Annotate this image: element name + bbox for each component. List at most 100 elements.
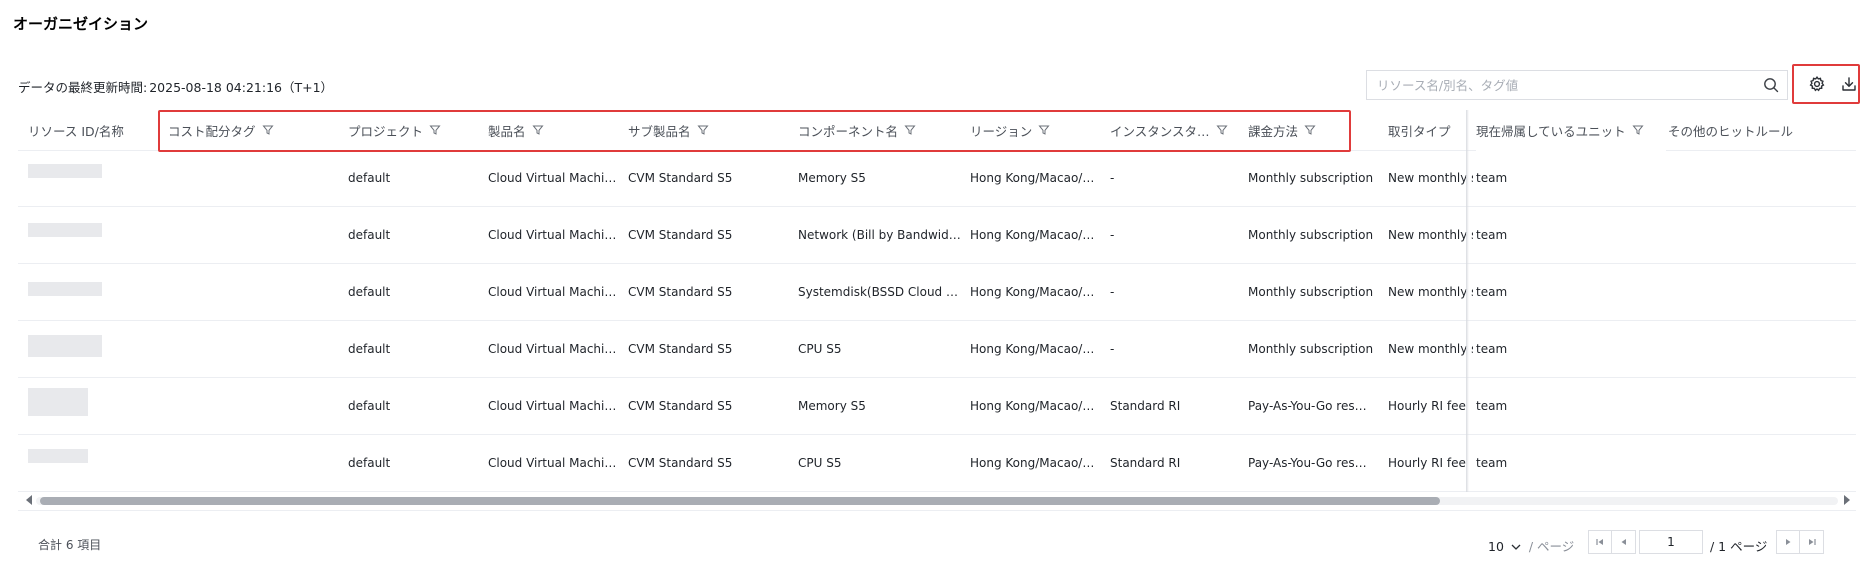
- resource-table: リソース ID/名称 コスト配分タグ プロジェクト 製品名 サブ製品名 コンポー…: [18, 110, 1856, 492]
- page-number-input[interactable]: [1639, 530, 1703, 554]
- redacted-resource-id: [28, 223, 102, 237]
- cell-instance-type: Standard RI: [1110, 399, 1181, 413]
- cell-product: Cloud Virtual Machi…: [488, 228, 617, 242]
- cell-project: default: [348, 171, 391, 185]
- column-header-subproduct[interactable]: サブ製品名: [628, 110, 798, 150]
- table-row[interactable]: default Cloud Virtual Machi… CVM Standar…: [18, 264, 1856, 321]
- column-header-region[interactable]: リージョン: [970, 110, 1110, 150]
- cell-project: default: [348, 228, 391, 242]
- cell-instance-type: -: [1110, 228, 1115, 242]
- page-size-select[interactable]: 10 / ページ: [1488, 536, 1574, 555]
- cell-project: default: [348, 399, 391, 413]
- prev-page-button[interactable]: [1612, 530, 1636, 554]
- cell-billing: Monthly subscription: [1248, 285, 1374, 299]
- prev-page-icon: [1621, 539, 1626, 545]
- search-icon[interactable]: [1763, 77, 1779, 93]
- filter-icon[interactable]: [429, 124, 441, 136]
- cell-region: Hong Kong/Macao/…: [970, 456, 1095, 470]
- table-row[interactable]: default Cloud Virtual Machi… CVM Standar…: [18, 150, 1856, 207]
- cell-subproduct: CVM Standard S5: [628, 456, 733, 470]
- filter-icon[interactable]: [261, 124, 274, 136]
- chevron-down-icon[interactable]: [1511, 543, 1521, 551]
- cell-instance-type: Standard RI: [1110, 456, 1181, 470]
- cell-region: Hong Kong/Macao/…: [970, 399, 1095, 413]
- column-header-other-rules: その他のヒットルール: [1668, 123, 1794, 139]
- filter-icon[interactable]: [531, 124, 544, 136]
- column-header-instance-type[interactable]: インスタンスタ…: [1110, 110, 1250, 150]
- filter-icon[interactable]: [696, 124, 709, 136]
- cell-current-unit: team: [1476, 321, 1666, 377]
- scroll-left-arrow-icon[interactable]: [24, 494, 34, 506]
- table-header-row: リソース ID/名称 コスト配分タグ プロジェクト 製品名 サブ製品名 コンポー…: [18, 110, 1856, 151]
- cell-billing: Monthly subscription: [1248, 342, 1374, 356]
- next-page-icon: [1786, 539, 1791, 545]
- filter-icon[interactable]: [1304, 124, 1316, 136]
- table-row[interactable]: default Cloud Virtual Machi… CVM Standar…: [18, 378, 1856, 435]
- filter-icon[interactable]: [1215, 124, 1228, 136]
- cell-transaction-type: New monthly s: [1388, 342, 1473, 356]
- cell-billing: Pay-As-You-Go res…: [1248, 399, 1367, 413]
- cell-subproduct: CVM Standard S5: [628, 342, 733, 356]
- column-header-cost-tag[interactable]: コスト配分タグ: [168, 110, 358, 150]
- page-size-value: 10: [1488, 539, 1504, 554]
- search-box[interactable]: [1366, 70, 1788, 100]
- cell-transaction-type: Hourly RI fee: [1388, 399, 1466, 413]
- cell-transaction-type: New monthly s: [1388, 285, 1473, 299]
- cell-region: Hong Kong/Macao/…: [970, 285, 1095, 299]
- cell-component: Systemdisk(BSSD Cloud …: [798, 285, 958, 299]
- cell-region: Hong Kong/Macao/…: [970, 228, 1095, 242]
- column-header-product[interactable]: 製品名: [488, 110, 628, 150]
- cell-current-unit: team: [1476, 378, 1666, 434]
- cell-billing: Monthly subscription: [1248, 228, 1374, 242]
- toolbar-highlight: [1792, 64, 1860, 104]
- first-page-button[interactable]: [1588, 530, 1612, 554]
- cell-component: Network (Bill by Bandwidth): [798, 228, 965, 242]
- redacted-resource-id: [28, 282, 102, 296]
- column-header-component[interactable]: コンポーネント名: [798, 110, 970, 150]
- next-page-button[interactable]: [1776, 530, 1800, 554]
- page-size-unit: / ページ: [1528, 539, 1575, 554]
- total-pages: / 1 ページ: [1710, 539, 1768, 554]
- table-row[interactable]: default Cloud Virtual Machi… CVM Standar…: [18, 207, 1856, 264]
- cell-current-unit: team: [1476, 435, 1666, 491]
- cell-subproduct: CVM Standard S5: [628, 399, 733, 413]
- redacted-resource-id: [28, 449, 88, 463]
- divider: [18, 510, 1856, 511]
- cell-subproduct: CVM Standard S5: [628, 171, 733, 185]
- cell-project: default: [348, 285, 391, 299]
- last-page-button[interactable]: [1800, 530, 1824, 554]
- first-page-icon: [1596, 539, 1603, 545]
- table-row[interactable]: default Cloud Virtual Machi… CVM Standar…: [18, 435, 1856, 492]
- scroll-thumb[interactable]: [40, 497, 1440, 505]
- cell-product: Cloud Virtual Machi…: [488, 342, 617, 356]
- cell-instance-type: -: [1110, 285, 1115, 299]
- filter-icon[interactable]: [904, 124, 916, 136]
- cell-product: Cloud Virtual Machi…: [488, 171, 617, 185]
- cell-subproduct: CVM Standard S5: [628, 228, 733, 242]
- cell-instance-type: -: [1110, 342, 1115, 356]
- download-icon[interactable]: [1840, 75, 1858, 93]
- redacted-resource-id: [28, 335, 102, 357]
- cell-component: Memory S5: [798, 399, 866, 413]
- horizontal-scrollbar[interactable]: [18, 492, 1856, 508]
- cell-transaction-type: New monthly s: [1388, 228, 1473, 242]
- column-header-current-unit[interactable]: 現在帰属しているユニット: [1476, 110, 1666, 150]
- cell-subproduct: CVM Standard S5: [628, 285, 733, 299]
- cell-region: Hong Kong/Macao/…: [970, 171, 1095, 185]
- search-input[interactable]: [1367, 71, 1767, 99]
- table-row[interactable]: default Cloud Virtual Machi… CVM Standar…: [18, 321, 1856, 378]
- column-header-billing[interactable]: 課金方法: [1248, 110, 1388, 150]
- cell-component: CPU S5: [798, 456, 842, 470]
- column-header-project[interactable]: プロジェクト: [348, 110, 488, 150]
- cell-region: Hong Kong/Macao/…: [970, 342, 1095, 356]
- filter-icon[interactable]: [1038, 124, 1050, 136]
- cell-billing: Pay-As-You-Go res…: [1248, 456, 1367, 470]
- scroll-right-arrow-icon[interactable]: [1842, 494, 1852, 506]
- filter-icon[interactable]: [1632, 124, 1644, 136]
- cell-transaction-type: Hourly RI fee: [1388, 456, 1466, 470]
- column-header-resource-id: リソース ID/名称: [28, 123, 124, 139]
- last-update-label: データの最終更新時間:: [18, 80, 148, 95]
- cell-product: Cloud Virtual Machi…: [488, 285, 617, 299]
- gear-icon[interactable]: [1808, 75, 1826, 93]
- cell-transaction-type: New monthly s: [1388, 171, 1473, 185]
